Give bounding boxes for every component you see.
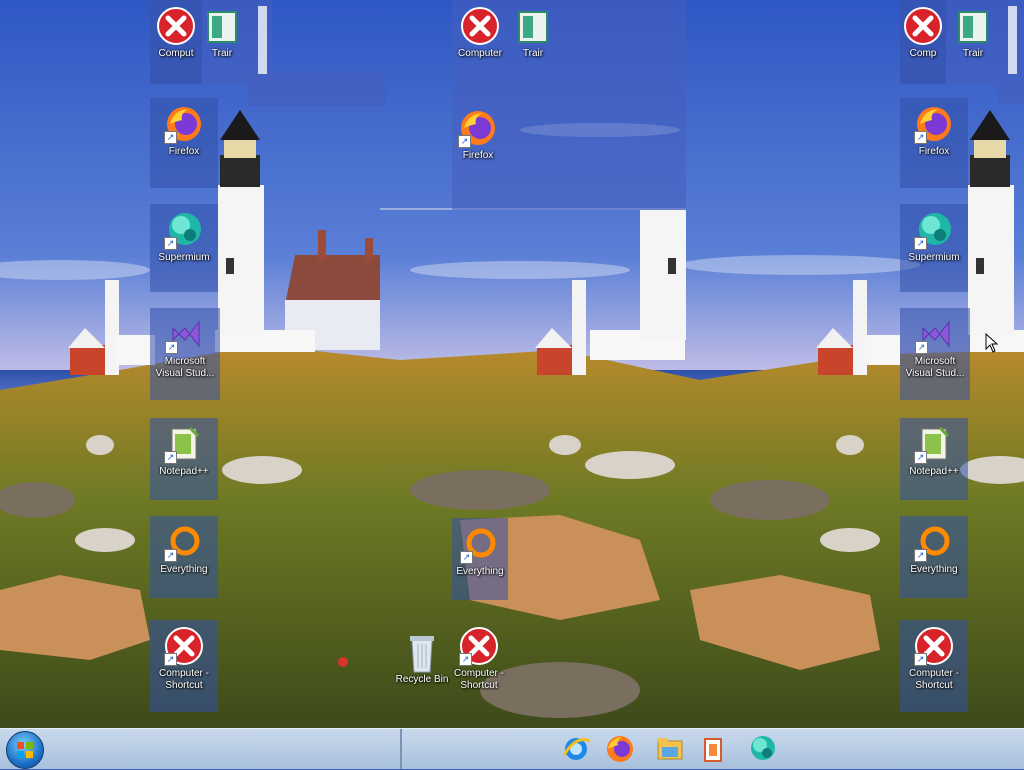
visual-studio-icon: ↗ <box>915 314 955 354</box>
desktop-icon-computer-shortcut[interactable]: ↗ Computer - Shortcut <box>452 620 506 712</box>
taskbar-office-icon[interactable] <box>698 733 730 765</box>
desktop-icon-supermium[interactable]: ↗ Supermium <box>900 204 968 292</box>
shortcut-arrow-icon: ↗ <box>914 549 927 562</box>
firefox-icon: ↗ <box>914 104 954 144</box>
computer-error-icon <box>460 6 500 46</box>
shortcut-arrow-icon: ↗ <box>458 135 471 148</box>
desktop-icon-computer[interactable]: Computer <box>452 0 508 84</box>
icon-label: Supermium <box>908 252 960 263</box>
taskbar-internet-explorer-icon[interactable] <box>560 733 592 765</box>
start-button[interactable] <box>6 731 44 769</box>
desktop-icon-train[interactable]: Trair <box>200 0 244 84</box>
taskbar-firefox-icon[interactable] <box>604 733 636 765</box>
taskbar-divider <box>400 729 402 769</box>
icon-label: Everything <box>456 566 504 577</box>
desktop-icon-recycle-bin[interactable]: Recycle Bin <box>388 626 456 700</box>
desktop-icon-visual-studio[interactable]: ↗ Microsoft Visual Stud... <box>900 308 970 400</box>
desktop-icon-computer-shortcut[interactable]: ↗ Computer - Shortcut <box>900 620 968 712</box>
icon-label: Firefox <box>918 146 950 157</box>
desktop-icon-train[interactable]: Trair <box>950 0 996 84</box>
icon-label: Comput <box>158 48 194 59</box>
icon-label: Microsoft Visual Stud... <box>905 356 965 379</box>
computer-error-icon <box>903 6 943 46</box>
icon-label: Trair <box>962 48 984 59</box>
shortcut-arrow-icon: ↗ <box>164 237 177 250</box>
scroll-ghost-left <box>258 6 267 74</box>
icon-label: Everything <box>910 564 958 575</box>
computer-error-icon: ↗ <box>914 626 954 666</box>
icon-label: Notepad++ <box>159 466 209 477</box>
taskbar-file-explorer-icon[interactable] <box>654 733 686 765</box>
shortcut-arrow-icon: ↗ <box>164 549 177 562</box>
desktop-icon-notepad-plus-plus[interactable]: ↗ Notepad++ <box>900 418 968 500</box>
desktop-icon-notepad-plus-plus[interactable]: ↗ Notepad++ <box>150 418 218 500</box>
shortcut-arrow-icon: ↗ <box>164 451 177 464</box>
everything-search-icon: ↗ <box>164 522 204 562</box>
computer-error-icon: ↗ <box>459 626 499 666</box>
window-app-icon <box>202 6 242 46</box>
shortcut-arrow-icon: ↗ <box>914 131 927 144</box>
icon-label: Firefox <box>462 150 494 161</box>
desktop-icon-everything[interactable]: ↗ Everything <box>150 516 218 598</box>
icon-label: Computer - Shortcut <box>158 668 209 691</box>
notepad-plus-plus-icon: ↗ <box>164 424 204 464</box>
shortcut-arrow-icon: ↗ <box>914 237 927 250</box>
computer-error-icon: ↗ <box>164 626 204 666</box>
icon-label: Trair <box>211 48 233 59</box>
window-app-icon <box>953 6 993 46</box>
desktop-icon-firefox[interactable]: ↗ Firefox <box>900 98 968 188</box>
icon-label: Computer - Shortcut <box>908 668 959 691</box>
icon-label: Notepad++ <box>909 466 959 477</box>
desktop-icon-visual-studio[interactable]: ↗ Microsoft Visual Stud... <box>150 308 220 400</box>
notepad-plus-plus-icon: ↗ <box>914 424 954 464</box>
icon-label: Comp <box>909 48 937 59</box>
visual-studio-icon: ↗ <box>165 314 205 354</box>
shortcut-arrow-icon: ↗ <box>460 551 473 564</box>
icon-label: Supermium <box>158 252 210 263</box>
desktop-icon-train[interactable]: Trair <box>510 0 556 84</box>
taskbar <box>0 728 1024 769</box>
computer-error-icon <box>156 6 196 46</box>
icon-label: Everything <box>160 564 208 575</box>
desktop-icon-computer-shortcut[interactable]: ↗ Computer - Shortcut <box>150 620 218 712</box>
desktop-icon-computer[interactable]: Comput <box>150 0 202 84</box>
shortcut-arrow-icon: ↗ <box>459 653 472 666</box>
icon-label: Microsoft Visual Stud... <box>155 356 215 379</box>
windows-logo-icon <box>17 742 33 758</box>
icon-label: Computer <box>458 48 502 59</box>
taskbar-supermium-icon[interactable] <box>746 733 778 765</box>
supermium-icon: ↗ <box>914 210 954 250</box>
shortcut-arrow-icon: ↗ <box>164 653 177 666</box>
supermium-icon: ↗ <box>164 210 204 250</box>
desktop-icon-firefox[interactable]: ↗ Firefox <box>150 98 218 188</box>
desktop-icon-supermium[interactable]: ↗ Supermium <box>150 204 218 292</box>
shortcut-arrow-icon: ↗ <box>915 341 928 354</box>
icon-label: Computer - Shortcut <box>453 668 504 691</box>
icon-label: Firefox <box>168 146 200 157</box>
desktop-icon-everything[interactable]: ↗ Everything <box>900 516 968 598</box>
recycle-bin-icon <box>402 632 442 673</box>
shortcut-arrow-icon: ↗ <box>165 341 178 354</box>
overlay-strip-right-bar <box>998 84 1024 104</box>
shortcut-arrow-icon: ↗ <box>164 131 177 144</box>
desktop: Comput Trair ↗ Firefox ↗ Supermium ↗ Mic… <box>0 0 1024 728</box>
window-app-icon <box>513 6 553 46</box>
desktop-icon-firefox[interactable]: ↗ Firefox <box>452 102 504 182</box>
shortcut-arrow-icon: ↗ <box>914 451 927 464</box>
desktop-icon-computer[interactable]: Comp <box>900 0 946 84</box>
firefox-icon: ↗ <box>164 104 204 144</box>
firefox-icon: ↗ <box>458 108 498 148</box>
everything-search-icon: ↗ <box>914 522 954 562</box>
scroll-ghost-right <box>1008 6 1017 74</box>
desktop-icon-everything[interactable]: ↗ Everything <box>452 518 508 600</box>
shortcut-arrow-icon: ↗ <box>914 653 927 666</box>
icon-label: Trair <box>522 48 544 59</box>
overlay-strip-top-left-bar <box>248 72 386 106</box>
everything-search-icon: ↗ <box>460 524 500 564</box>
mouse-cursor-icon <box>985 333 999 353</box>
